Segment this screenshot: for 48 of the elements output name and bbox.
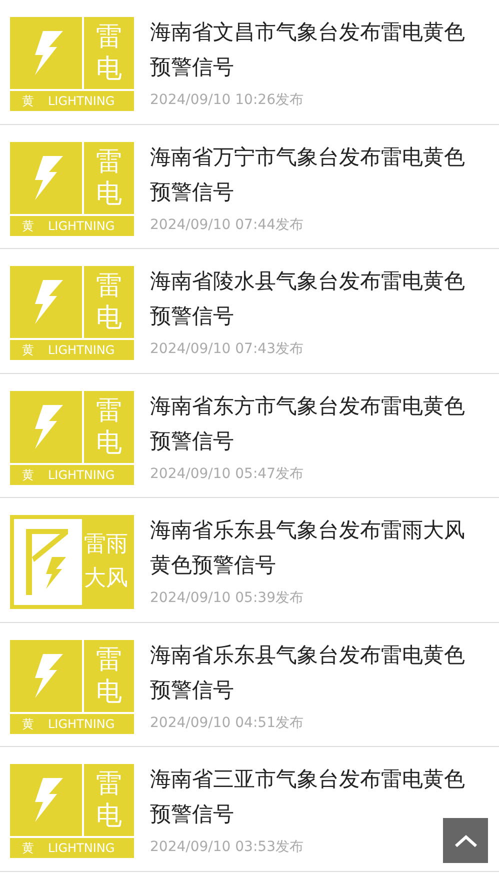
icon-label: 黄 — [22, 840, 34, 857]
alert-item[interactable]: 雷雨 大风 海南省乐东县气象台发布雷雨大风黄色预警信号 2024/09/10 05:39发布 — [0, 498, 499, 622]
icon-label: LIGHTNING — [48, 220, 115, 232]
icon-label: 雷 — [96, 768, 122, 800]
alert-time: 2024/09/10 05:39发布 — [150, 589, 304, 608]
alert-title: 海南省乐东县气象台发布雷电黄色预警信号 — [150, 642, 466, 704]
alert-title: 海南省乐东县气象台发布雷雨大风黄色预警信号 — [150, 517, 466, 579]
alert-time: 2024/09/10 10:26发布 — [150, 91, 304, 110]
icon-label: 电 — [96, 426, 122, 458]
alert-time: 2024/09/10 05:47发布 — [150, 464, 304, 484]
alert-title: 海南省万宁市气象台发布雷电黄色预警信号 — [150, 144, 466, 206]
alert-time: 2024/09/10 07:44发布 — [150, 216, 304, 234]
icon-label: 黄 — [22, 218, 34, 234]
icon-label: 雷 — [96, 21, 122, 53]
icon-label: 雷雨 — [84, 531, 128, 559]
icon-label: 电 — [96, 178, 122, 210]
icon-label: LIGHTNING — [48, 95, 115, 107]
alert-item[interactable]: 雷 电 黄 LIGHTNING 海南省东方市气象台发布雷电黄色预警信号 2024/09/10 05:47发布 — [0, 374, 499, 498]
icon-label: 黄 — [22, 466, 34, 484]
chevron-up-icon — [454, 834, 478, 848]
alert-item[interactable]: 雷 电 黄 LIGHTNING 海南省陵水县气象台发布雷电黄色预警信号 2024/09/10 07:43发布 — [0, 249, 499, 374]
alert-title: 海南省文昌市气象台发布雷电黄色预警信号 — [150, 19, 466, 81]
alert-item[interactable]: 雷 电 黄 LIGHTNING 海南省文昌市气象台发布雷电黄色预警信号 2024/09/10 10:26发布 — [0, 0, 499, 124]
icon-label: LIGHTNING — [48, 842, 115, 854]
alert-title: 海南省东方市气象台发布雷电黄色预警信号 — [150, 392, 466, 454]
icon-label: 雷 — [96, 146, 122, 178]
alert-time: 2024/09/10 03:53发布 — [150, 838, 304, 857]
icon-label: 电 — [96, 53, 122, 85]
icon-label: 雷 — [96, 270, 122, 302]
icon-label: 雷 — [96, 394, 122, 426]
icon-label: 大风 — [84, 565, 128, 593]
alert-item[interactable]: 雷 电 黄 LIGHTNING 海南省万宁市气象台发布雷电黄色预警信号 2024/09/10 07:44发布 — [0, 124, 499, 249]
icon-label: 电 — [96, 302, 122, 334]
icon-label: 黄 — [22, 93, 34, 110]
icon-label: LIGHTNING — [48, 468, 115, 480]
alert-title: 海南省三亚市气象台发布雷电黄色预警信号 — [150, 766, 466, 828]
icon-label: 黄 — [22, 716, 34, 732]
alert-title: 海南省陵水县气象台发布雷电黄色预警信号 — [150, 268, 466, 330]
icon-label: 电 — [96, 800, 122, 832]
alert-time: 2024/09/10 04:51发布 — [150, 714, 304, 732]
back-to-top-button[interactable] — [443, 818, 488, 863]
alert-item[interactable]: 雷 电 黄 LIGHTNING 海南省乐东县气象台发布雷电黄色预警信号 2024/09/10 04:51发布 — [0, 622, 499, 747]
icon-label: 黄 — [22, 342, 34, 359]
alert-time: 2024/09/10 07:43发布 — [150, 340, 304, 359]
icon-label: 雷 — [96, 644, 122, 676]
icon-label: LIGHTNING — [48, 344, 115, 356]
icon-label: LIGHTNING — [48, 718, 115, 730]
icon-label: 电 — [96, 676, 122, 708]
